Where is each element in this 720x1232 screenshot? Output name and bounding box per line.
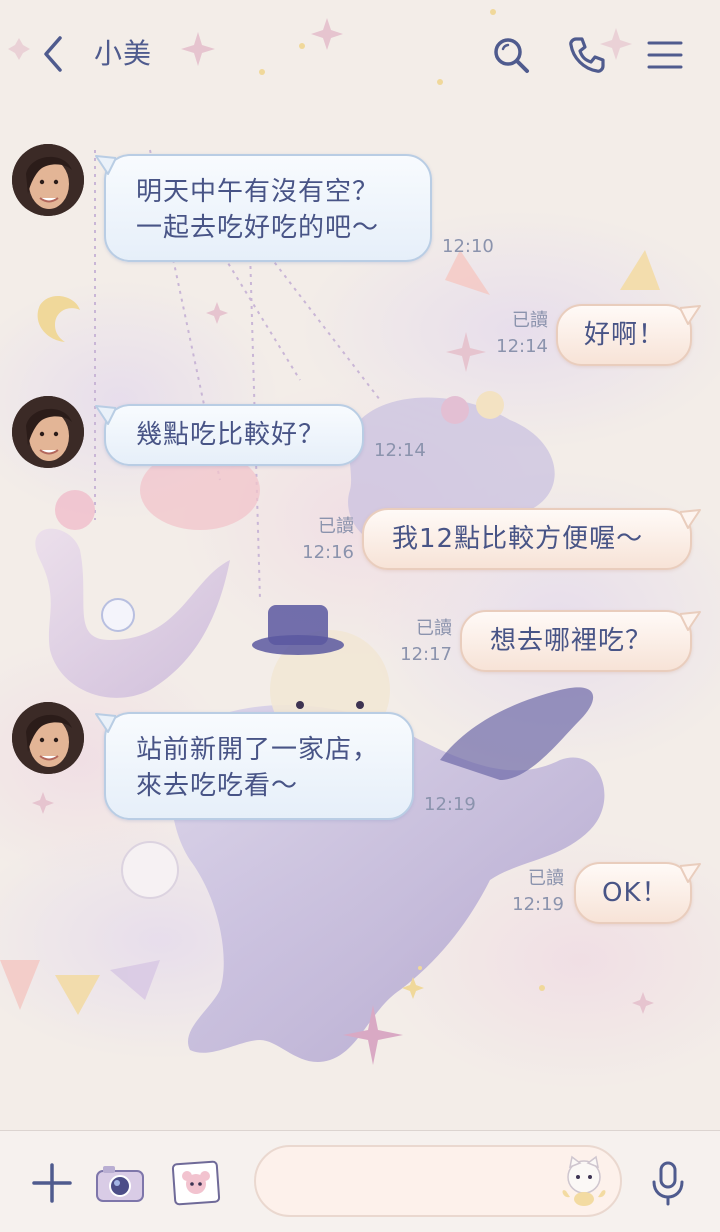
read-receipt: 已讀 (318, 516, 354, 537)
composer-bar (0, 1130, 720, 1232)
sticker-button[interactable] (556, 1151, 612, 1211)
menu-button[interactable] (640, 30, 690, 80)
message-text: 幾點吃比較好？ (136, 420, 326, 450)
message-time: 12:19 (512, 894, 564, 915)
contact-avatar[interactable] (12, 702, 84, 774)
message-text: OK！ (602, 878, 669, 908)
chat-header: 小美 (0, 0, 720, 108)
bubble-tail (680, 863, 701, 883)
bubble-tail (680, 611, 701, 631)
message-bubble-outgoing[interactable]: 我12點比較方便喔～ (362, 508, 701, 570)
message-time: 12:16 (302, 542, 354, 563)
bubble-tail (95, 155, 116, 175)
message-text: 我12點比較方便喔～ (392, 524, 644, 554)
camera-button[interactable] (94, 1157, 146, 1209)
message-text: 來去吃吃看～ (136, 771, 299, 801)
avatar-image (12, 396, 84, 468)
message-time: 12:17 (400, 644, 452, 665)
message-time: 12:14 (496, 336, 548, 357)
avatar-image (12, 144, 84, 216)
bubble-tail (680, 509, 701, 529)
message-bubble-outgoing[interactable]: OK！ (574, 862, 701, 924)
avatar-image (12, 702, 84, 774)
microphone-icon (652, 1161, 684, 1206)
read-receipt: 已讀 (528, 868, 564, 889)
camera-icon (96, 1166, 144, 1202)
plus-icon (32, 1163, 72, 1203)
gallery-button[interactable] (170, 1157, 222, 1209)
message-text: 一起去吃好吃的吧～ (136, 213, 380, 243)
message-bubble-incoming[interactable]: 明天中午有沒有空？ 一起去吃好吃的吧～ (95, 154, 432, 262)
read-receipt: 已讀 (512, 310, 548, 331)
search-button[interactable] (486, 30, 536, 80)
back-button[interactable] (30, 30, 76, 78)
search-icon (494, 38, 529, 73)
add-button[interactable] (26, 1157, 78, 1209)
chat-screen: 小美 明天中午有沒有空？ 一起去吃好吃的吧～ 12:10 已讀 12:14 好啊… (0, 0, 720, 1232)
message-time: 12:19 (424, 794, 476, 815)
image-icon (171, 1160, 221, 1206)
message-text: 想去哪裡吃？ (490, 626, 653, 656)
call-button[interactable] (562, 30, 612, 80)
message-time: 12:14 (374, 440, 426, 461)
contact-avatar[interactable] (12, 144, 84, 216)
sticker-icon (562, 1155, 606, 1206)
voice-button[interactable] (642, 1157, 694, 1209)
bubble-tail (95, 405, 116, 425)
phone-icon (569, 37, 605, 73)
message-text: 好啊！ (584, 320, 666, 350)
contact-avatar[interactable] (12, 396, 84, 468)
contact-name[interactable]: 小美 (94, 34, 152, 74)
chevron-left-icon (44, 36, 62, 72)
menu-icon (647, 41, 683, 69)
bubble-tail (680, 305, 701, 325)
message-time: 12:10 (442, 236, 494, 257)
bubble-tail (95, 713, 116, 733)
message-text: 站前新開了一家店， (136, 735, 380, 765)
message-bubble-outgoing[interactable]: 好啊！ (556, 304, 701, 366)
message-bubble-incoming[interactable]: 站前新開了一家店， 來去吃吃看～ (95, 712, 414, 820)
read-receipt: 已讀 (416, 618, 452, 639)
message-bubble-incoming[interactable]: 幾點吃比較好？ (95, 404, 364, 466)
message-bubble-outgoing[interactable]: 想去哪裡吃？ (460, 610, 701, 672)
message-text: 明天中午有沒有空？ (136, 177, 380, 207)
